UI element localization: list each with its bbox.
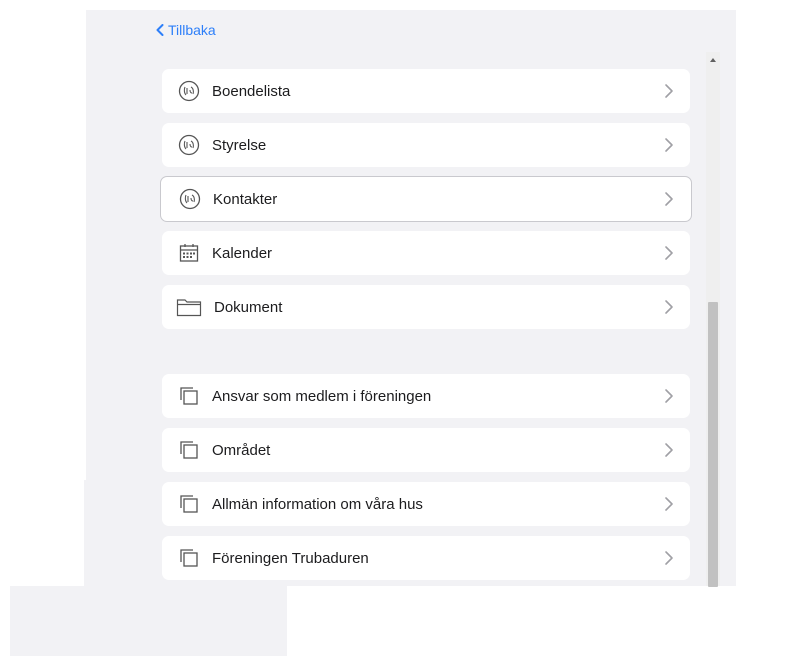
menu-item-label: Föreningen Trubaduren	[212, 549, 369, 567]
chevron-right-icon	[665, 497, 673, 511]
menu-item-label: Allmän information om våra hus	[212, 495, 423, 513]
pages-icon	[178, 385, 200, 407]
back-button[interactable]: Tillbaka	[156, 20, 216, 40]
chevron-right-icon	[665, 551, 673, 565]
triangle-up-icon	[710, 58, 716, 62]
chevron-right-icon	[665, 246, 673, 260]
back-label: Tillbaka	[168, 22, 216, 38]
association-logo-icon	[178, 134, 200, 156]
chevron-right-icon	[665, 192, 673, 206]
menu-item-label: Kontakter	[213, 190, 278, 208]
chevron-right-icon	[665, 300, 673, 314]
menu-item-label: Styrelse	[212, 136, 267, 154]
chevron-right-icon	[665, 84, 673, 98]
menu-item-omradet[interactable]: Området	[162, 428, 690, 472]
menu-item-label: Boendelista	[212, 82, 291, 100]
menu-item-styrelse[interactable]: Styrelse	[162, 123, 690, 167]
menu-item-ansvar[interactable]: Ansvar som medlem i föreningen	[162, 374, 690, 418]
calendar-icon	[178, 242, 200, 264]
menu-item-dokument[interactable]: Dokument	[162, 285, 690, 329]
pages-icon	[178, 493, 200, 515]
folder-icon	[176, 296, 202, 318]
scroll-up-button[interactable]	[706, 52, 720, 68]
pages-icon	[178, 439, 200, 461]
menu-item-label: Dokument	[214, 298, 283, 316]
menu-item-kalender[interactable]: Kalender	[162, 231, 690, 275]
pages-icon	[178, 547, 200, 569]
menu-item-label: Ansvar som medlem i föreningen	[212, 387, 432, 405]
menu-item-boendelista[interactable]: Boendelista	[162, 69, 690, 113]
association-logo-icon	[179, 188, 201, 210]
chevron-right-icon	[665, 443, 673, 457]
vertical-scrollbar[interactable]	[706, 52, 720, 587]
panel-edge	[84, 480, 88, 586]
app-window: Tillbaka Boendelista Styrelse Kontakter …	[0, 0, 793, 656]
chevron-left-icon	[156, 24, 164, 36]
menu-item-label: Området	[212, 441, 271, 459]
chevron-right-icon	[665, 138, 673, 152]
scrollbar-thumb[interactable]	[708, 302, 718, 587]
menu-item-allman-information[interactable]: Allmän information om våra hus	[162, 482, 690, 526]
menu-item-kontakter[interactable]: Kontakter	[160, 176, 692, 222]
association-logo-icon	[178, 80, 200, 102]
menu-item-foreningen-trubaduren[interactable]: Föreningen Trubaduren	[162, 536, 690, 580]
bottom-panel	[10, 586, 287, 656]
menu-item-label: Kalender	[212, 244, 273, 262]
chevron-right-icon	[665, 389, 673, 403]
